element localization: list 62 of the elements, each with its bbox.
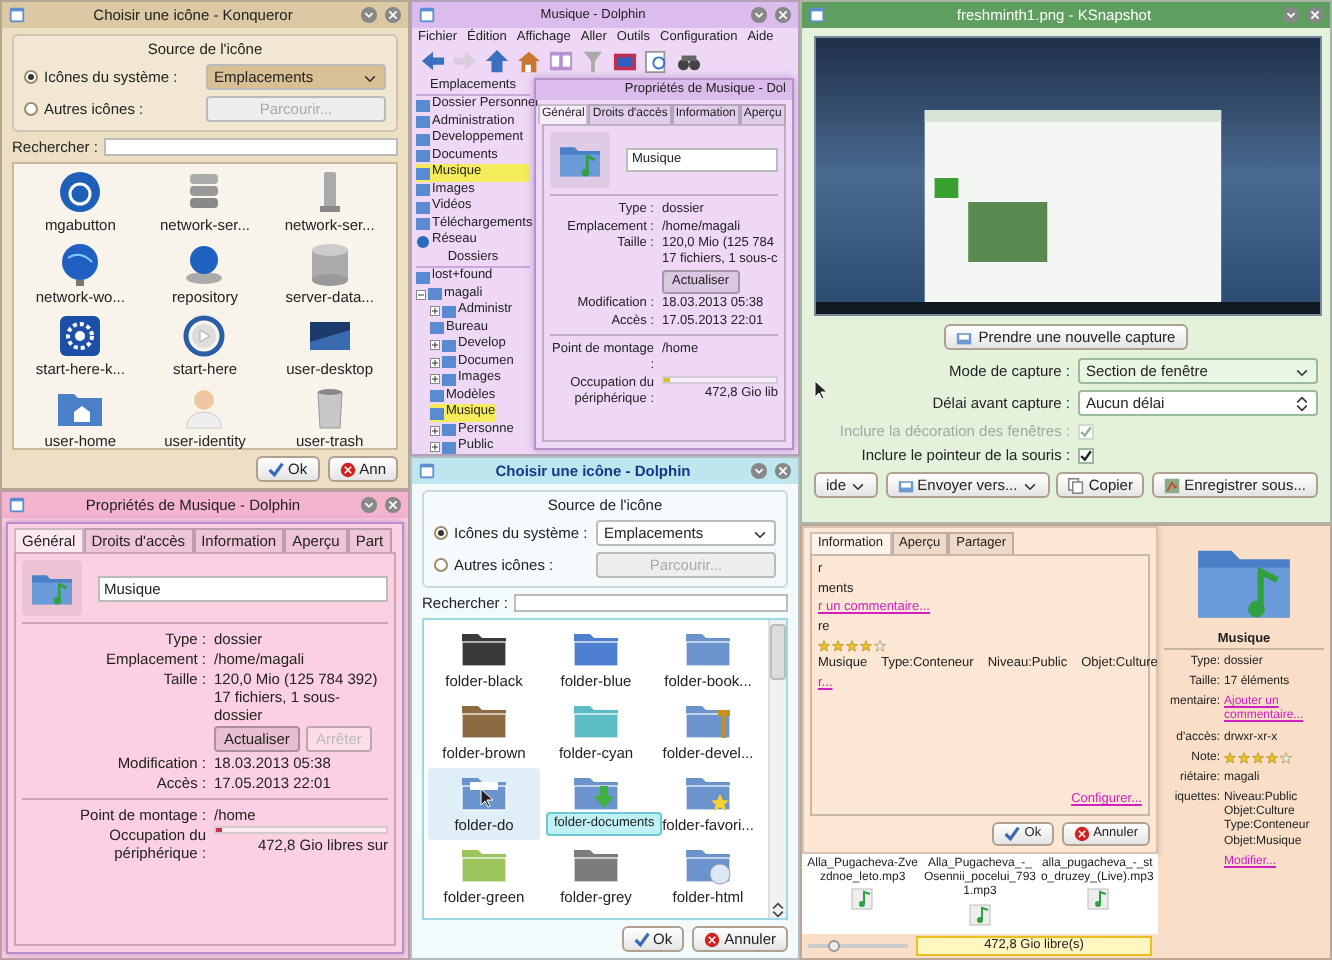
minimize-icon[interactable] (360, 496, 378, 514)
ring-badge-icon (56, 170, 105, 214)
expand-icon[interactable] (430, 340, 440, 351)
music-file-icon[interactable] (1085, 888, 1110, 911)
save-icon (1164, 477, 1181, 493)
music-file-icon[interactable] (967, 903, 992, 926)
radio-button[interactable] (24, 70, 38, 84)
music-file-icon[interactable] (850, 888, 875, 911)
expand-icon[interactable] (430, 357, 440, 368)
close-icon[interactable] (384, 6, 402, 24)
radio-button[interactable] (434, 558, 448, 572)
gear-icon (56, 314, 105, 358)
icon-button[interactable] (550, 131, 610, 188)
usage-bar (662, 375, 778, 384)
search-field[interactable] (513, 594, 788, 612)
window-menu-icon[interactable] (418, 462, 436, 480)
expand-icon[interactable] (430, 306, 440, 317)
minimize-icon[interactable] (750, 462, 768, 480)
toolbar-button[interactable] (418, 49, 446, 76)
window-menu-icon[interactable] (8, 496, 26, 514)
globe-icon (416, 235, 430, 248)
play-icon (180, 314, 229, 358)
close-icon[interactable] (384, 496, 402, 514)
close-icon[interactable] (1306, 6, 1324, 24)
cancel-icon (339, 461, 356, 477)
minimize-icon[interactable] (750, 6, 768, 24)
send-icon (956, 329, 973, 345)
window-menu-icon[interactable] (8, 6, 26, 24)
checkmark-icon (1004, 826, 1021, 842)
expand-icon[interactable] (430, 425, 440, 436)
scrollbar[interactable] (768, 620, 786, 918)
spinner-arrows-icon[interactable] (1294, 395, 1310, 411)
radio-button[interactable] (24, 102, 38, 116)
close-icon[interactable] (774, 462, 792, 480)
cursor-icon (480, 788, 494, 808)
cancel-icon (1073, 826, 1090, 842)
scrollbar-thumb[interactable] (770, 624, 786, 680)
checkmark-icon (633, 931, 650, 947)
send-icon (897, 477, 914, 493)
toolbar-button[interactable] (482, 49, 510, 76)
radio-button[interactable] (434, 526, 448, 540)
search-field[interactable] (103, 138, 398, 156)
icon-button[interactable] (22, 560, 82, 616)
zoom-slider[interactable] (808, 940, 908, 953)
toolbar-button[interactable] (514, 49, 542, 76)
window-menu-icon[interactable] (418, 6, 436, 24)
expand-icon[interactable] (430, 442, 440, 453)
collapse-icon[interactable] (416, 289, 426, 300)
window-menu-icon[interactable] (808, 6, 826, 24)
cursor-icon (814, 380, 828, 400)
close-icon[interactable] (774, 6, 792, 24)
minimize-icon[interactable] (1282, 6, 1300, 24)
expand-icon[interactable] (430, 374, 440, 385)
checkbox[interactable] (1078, 447, 1094, 463)
scroll-arrows-icon[interactable] (770, 902, 786, 918)
copy-icon (1068, 477, 1085, 493)
minimize-icon[interactable] (360, 6, 378, 24)
checkmark-icon (268, 461, 285, 477)
person-icon (180, 386, 229, 430)
cancel-icon (704, 931, 721, 947)
toolbar-button[interactable] (610, 49, 638, 76)
toolbar-button[interactable] (642, 49, 670, 76)
